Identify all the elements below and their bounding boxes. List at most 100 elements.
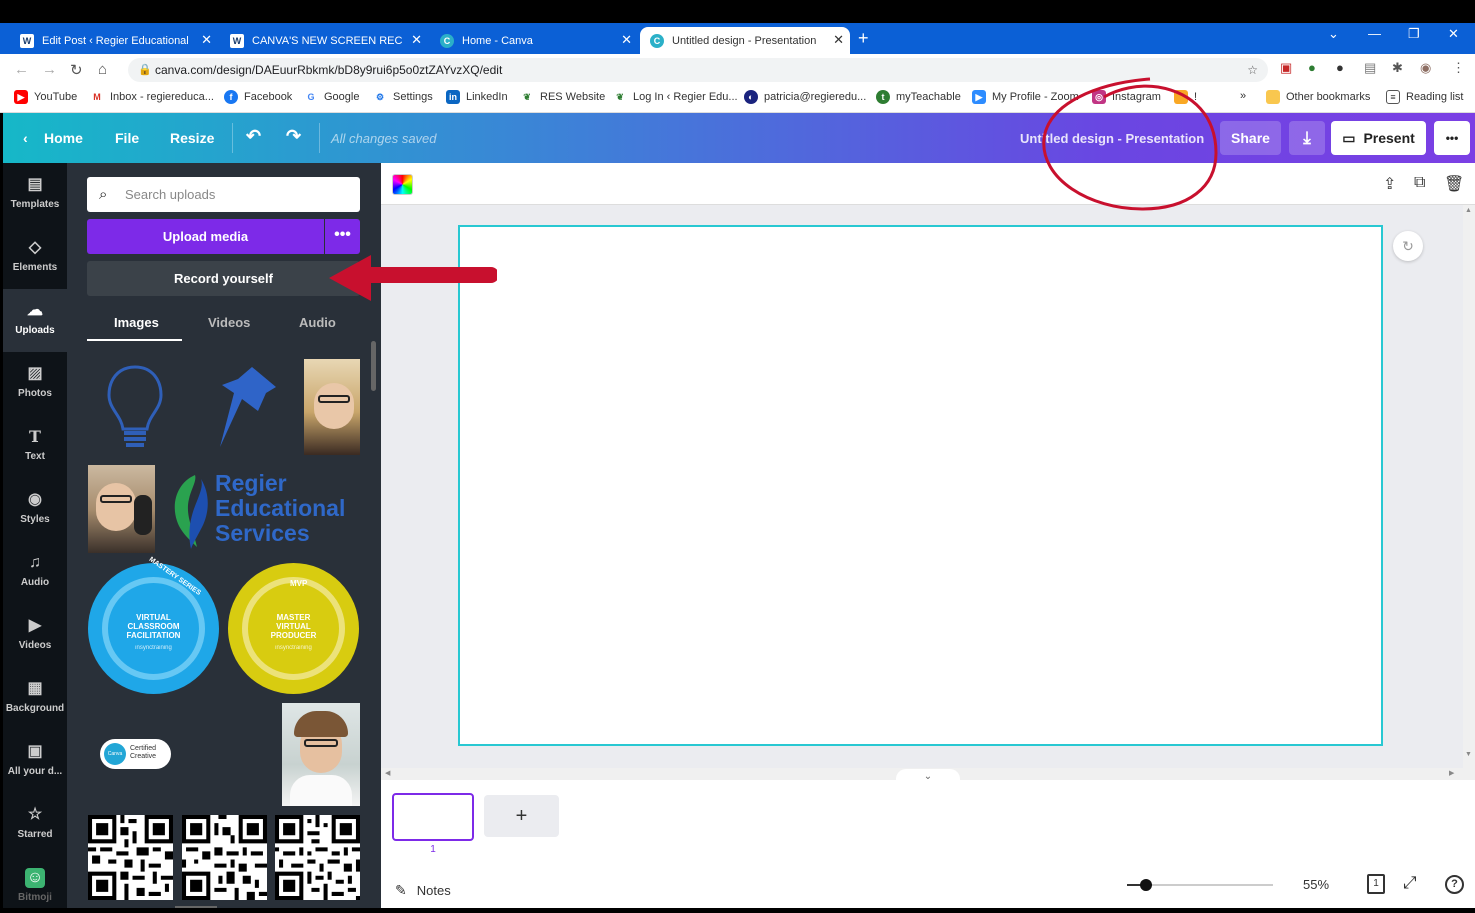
fullscreen-icon[interactable]: ⤢ (1403, 873, 1417, 893)
reload-icon[interactable]: ↻ (70, 61, 83, 79)
download-icon[interactable]: ⤓ (1289, 121, 1325, 155)
reading-list[interactable]: ≡ Reading list (1386, 90, 1463, 104)
browser-tab[interactable]: W CANVA'S NEW SCREEN RECORDI ✕ (220, 27, 428, 54)
bookmark-myteachable[interactable]: t myTeachable (876, 90, 961, 104)
upload-more-button[interactable]: ••• (325, 219, 360, 254)
bookmarks-overflow[interactable]: » (1240, 90, 1246, 102)
pushpin-image[interactable] (212, 363, 282, 451)
mvp-badge-image[interactable]: MVP MASTER VIRTUAL PRODUCER insynctraini… (228, 563, 359, 694)
bookmark-linkedin[interactable]: in LinkedIn (446, 90, 508, 104)
delete-page-icon[interactable]: 🗑 (1444, 174, 1464, 194)
sidebar-item-templates[interactable]: ▤ Templates (3, 163, 67, 226)
color-picker-icon[interactable] (392, 174, 413, 195)
bookmark-gmail[interactable]: M Inbox - regiereduca... (90, 90, 214, 104)
close-window-icon[interactable]: ✕ (1448, 26, 1459, 42)
browser-tab[interactable]: C Home - Canva ✕ (430, 27, 638, 54)
sidebar-item-background[interactable]: ▦ Background (3, 667, 67, 730)
qr-code-image[interactable] (275, 815, 360, 900)
record-yourself-button[interactable]: Record yourself (87, 261, 360, 296)
bookmark-settings[interactable]: ⚙ Settings (373, 90, 433, 104)
forward-icon[interactable]: → (42, 61, 57, 78)
search-input[interactable]: ⌕ Search uploads (87, 177, 360, 212)
upload-media-button[interactable]: Upload media (87, 219, 324, 254)
tab-audio[interactable]: Audio (299, 315, 336, 330)
home-icon[interactable]: ⌂ (98, 61, 107, 78)
profile-avatar[interactable]: ◉ (1420, 60, 1431, 76)
canva-icon: C (650, 33, 664, 48)
bookmark-facebook[interactable]: f Facebook (224, 90, 292, 104)
sidebar-item-styles[interactable]: ◉ Styles (3, 478, 67, 541)
sidebar-item-videos[interactable]: ▶ Videos (3, 604, 67, 667)
mastery-badge-image[interactable]: MASTERY SERIES VIRTUAL CLASSROOM FACILIT… (88, 556, 219, 694)
redo-icon[interactable]: ↷ (286, 126, 301, 147)
close-tab-icon[interactable]: ✕ (201, 32, 212, 48)
close-tab-icon[interactable]: ✕ (621, 32, 632, 48)
bookmark-google[interactable]: G Google (304, 90, 359, 104)
extension-icon[interactable]: ▤ (1364, 60, 1376, 76)
home-button[interactable]: Home (44, 130, 83, 146)
browser-tab-active[interactable]: C Untitled design - Presentation ✕ (640, 27, 850, 54)
zoom-slider-knob[interactable] (1140, 879, 1153, 891)
undo-icon[interactable]: ↶ (246, 126, 261, 147)
regier-logo-image[interactable]: Regier Educational Services (167, 469, 362, 551)
zoom-slider[interactable] (1135, 879, 1273, 891)
certified-creative-badge[interactable]: Canva Certified Creative (100, 739, 171, 769)
back-chevron-icon[interactable]: ‹ (23, 130, 28, 146)
zoom-out-icon[interactable] (1127, 884, 1135, 886)
photo-thumbnail[interactable] (304, 359, 360, 455)
add-page-icon[interactable]: ⇪ (1383, 174, 1396, 194)
sidebar-item-text[interactable]: T Text (3, 415, 67, 478)
close-tab-icon[interactable]: ✕ (833, 32, 844, 48)
help-button[interactable]: ? (1445, 875, 1464, 894)
bookmark-youtube[interactable]: ▶ YouTube (14, 90, 77, 104)
sidebar-item-elements[interactable]: ◇ Elements (3, 226, 67, 289)
page-indicator-button[interactable]: 1 (1367, 874, 1385, 894)
star-icon[interactable]: ☆ (1247, 58, 1258, 82)
extension-icon[interactable]: ● (1336, 60, 1344, 75)
share-button[interactable]: Share (1220, 121, 1281, 155)
notes-button[interactable]: ✎ Notes (395, 882, 451, 899)
resize-button[interactable]: Resize (170, 130, 214, 146)
panel-scrollbar[interactable] (371, 341, 376, 391)
sidebar-item-uploads[interactable]: ☁ Uploads (3, 289, 67, 352)
duplicate-page-icon[interactable]: ⧉ (1414, 174, 1425, 192)
file-menu-button[interactable]: File (115, 130, 139, 146)
lightbulb-image[interactable] (105, 363, 165, 451)
puzzle-icon[interactable]: ✱ (1392, 60, 1403, 76)
bookmark-res-website[interactable]: ❦ RES Website (520, 90, 605, 104)
zoom-level[interactable]: 55% (1303, 877, 1329, 892)
design-canvas[interactable] (458, 225, 1383, 746)
qr-code-image[interactable] (182, 815, 267, 900)
menu-dots-icon[interactable]: ⋮ (1452, 60, 1465, 76)
photo-thumbnail[interactable] (282, 703, 360, 806)
browser-tab[interactable]: W Edit Post ‹ Regier Educational Se ✕ (10, 27, 218, 54)
more-options-button[interactable]: ••• (1434, 121, 1470, 155)
bookmark-login[interactable]: ❦ Log In ‹ Regier Edu... (613, 90, 738, 104)
tab-videos[interactable]: Videos (208, 315, 250, 330)
bookmark-other[interactable]: Other bookmarks (1266, 90, 1370, 104)
sidebar-item-audio[interactable]: ♫ Audio (3, 541, 67, 604)
back-icon[interactable]: ← (14, 61, 29, 78)
sidebar-item-starred[interactable]: ☆ Starred (3, 793, 67, 856)
add-page-button[interactable]: + (484, 795, 559, 837)
vertical-scrollbar[interactable]: ▲ ▼ (1463, 205, 1475, 780)
bookmark-email[interactable]: ◐ patricia@regieredu... (744, 90, 866, 104)
notes-pen-icon: ✎ (395, 882, 407, 898)
extension-icon[interactable]: ● (1308, 60, 1316, 75)
page-thumbnail[interactable] (392, 793, 474, 841)
present-button[interactable]: ▭ Present (1331, 121, 1426, 155)
close-tab-icon[interactable]: ✕ (411, 32, 422, 48)
sidebar-item-photos[interactable]: ▨ Photos (3, 352, 67, 415)
restore-icon[interactable]: ❐ (1408, 26, 1420, 42)
sidebar-item-all-designs[interactable]: ▣ All your d... (3, 730, 67, 793)
sidebar-item-bitmoji[interactable]: ☺ Bitmoji (3, 856, 67, 908)
tab-images[interactable]: Images (114, 315, 159, 330)
tab-search-icon[interactable]: ⌄ (1328, 26, 1339, 42)
new-tab-button[interactable]: + (858, 28, 869, 49)
qr-code-image[interactable] (88, 815, 173, 900)
photo-thumbnail[interactable] (88, 465, 155, 553)
comment-icon[interactable]: ↻ (1393, 231, 1423, 261)
panel-horizontal-scrollbar[interactable] (175, 906, 217, 908)
minimize-icon[interactable]: — (1368, 26, 1381, 41)
calendar-extension-icon[interactable]: ▣ (1280, 60, 1292, 76)
